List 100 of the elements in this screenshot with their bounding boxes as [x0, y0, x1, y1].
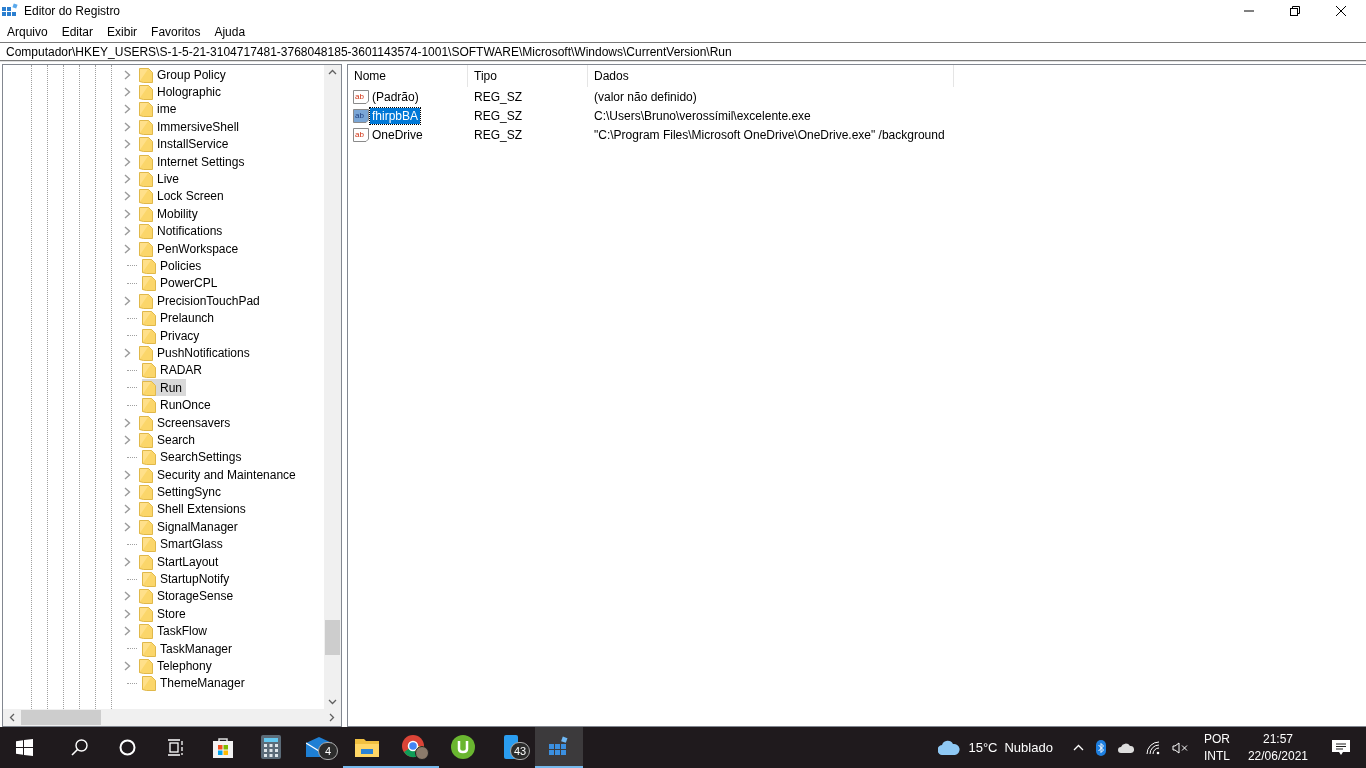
taskbar-app[interactable]: 43	[487, 727, 535, 768]
restore-icon[interactable]	[1290, 6, 1300, 16]
scroll-left-icon[interactable]	[9, 713, 15, 722]
chevron-icon[interactable]	[124, 243, 131, 254]
chevron-icon[interactable]	[124, 608, 131, 619]
chevron-icon[interactable]	[124, 521, 131, 532]
tree-item[interactable]: Store	[139, 605, 190, 623]
chevron-icon[interactable]	[124, 504, 131, 515]
tree-item[interactable]: Mobility	[139, 205, 202, 223]
tree-item[interactable]: SmartGlass	[142, 535, 227, 553]
bluetooth-icon[interactable]	[1095, 739, 1106, 756]
chevron-icon[interactable]	[124, 417, 131, 428]
tree-item[interactable]: SearchSettings	[142, 448, 246, 466]
tree-item[interactable]: Screensavers	[139, 414, 235, 431]
tree-item[interactable]: Search	[139, 431, 200, 449]
cloud-icon[interactable]	[938, 740, 961, 755]
menu-item[interactable]: Exibir	[107, 25, 138, 39]
tree-item[interactable]: Internet Settings	[139, 153, 249, 171]
tree-item[interactable]: Prelaunch	[142, 309, 219, 327]
taskbar-app[interactable]: 4	[295, 727, 343, 768]
tree-item[interactable]: Shell Extensions	[139, 500, 250, 518]
chevron-icon[interactable]	[124, 295, 131, 306]
tree-item[interactable]: ThemeManager	[142, 674, 249, 692]
tree-item[interactable]: Telephony	[139, 657, 216, 675]
tree-item[interactable]: PenWorkspace	[139, 240, 243, 258]
vertical-scrollbar[interactable]	[324, 65, 341, 709]
circle-icon[interactable]	[119, 739, 136, 756]
chevron-icon[interactable]	[124, 69, 131, 80]
chevron-icon[interactable]	[124, 87, 131, 98]
value-name[interactable]: (Padrão)	[370, 88, 421, 105]
search-icon[interactable]	[71, 739, 88, 756]
clock-date[interactable]: 22/06/2021	[1247, 747, 1308, 765]
chevron-icon[interactable]	[124, 487, 131, 498]
tree-item[interactable]: Holographic	[139, 83, 226, 101]
windows-start-icon[interactable]	[16, 739, 33, 756]
input-language[interactable]: POR	[1203, 730, 1230, 748]
scroll-thumb[interactable]	[325, 620, 340, 655]
tree-item[interactable]: InstallService	[139, 135, 233, 153]
menu-item[interactable]: Ajuda	[214, 25, 246, 39]
chevron-icon[interactable]	[124, 208, 131, 219]
tree-item[interactable]: TaskFlow	[139, 622, 211, 640]
tree-item[interactable]: RunOnce	[142, 396, 215, 414]
chevron-icon[interactable]	[124, 139, 131, 150]
task-view-icon[interactable]	[167, 739, 184, 756]
chevron-icon[interactable]	[124, 626, 131, 637]
weather-temperature[interactable]: 15°C	[968, 740, 998, 755]
chevron-icon[interactable]	[124, 121, 131, 132]
tree-item[interactable]: SignalManager	[139, 518, 242, 536]
speaker-muted-icon[interactable]	[1171, 741, 1188, 754]
clock-time[interactable]: 21:57	[1262, 730, 1293, 748]
weather-condition[interactable]: Nublado	[1004, 740, 1053, 755]
column-header[interactable]: Tipo	[468, 65, 588, 87]
scroll-right-icon[interactable]	[329, 713, 335, 722]
tree-item[interactable]: Security and Maintenance	[139, 466, 300, 484]
tree-item[interactable]: PushNotifications	[139, 344, 254, 362]
tree-item[interactable]: ime	[139, 100, 181, 118]
value-name[interactable]: fhirpbBA	[370, 107, 421, 124]
chevron-icon[interactable]	[124, 660, 131, 671]
menu-item[interactable]: Editar	[61, 25, 94, 39]
notification-icon[interactable]	[1332, 739, 1350, 756]
input-language[interactable]: INTL	[1203, 747, 1230, 765]
scroll-thumb[interactable]	[21, 710, 101, 725]
chevron-icon[interactable]	[124, 156, 131, 167]
tree-item[interactable]: Privacy	[142, 327, 204, 345]
cloud-icon[interactable]	[1117, 742, 1134, 753]
wifi-icon[interactable]	[1145, 740, 1160, 755]
close-icon[interactable]	[1336, 6, 1346, 16]
menu-item[interactable]: Arquivo	[7, 25, 48, 39]
column-header[interactable]: Dados	[588, 65, 954, 87]
tree-item[interactable]: StorageSense	[139, 587, 238, 605]
chevron-icon[interactable]	[124, 556, 131, 567]
tree-item[interactable]: SettingSync	[139, 483, 226, 501]
tree-item[interactable]: Notifications	[139, 222, 227, 240]
tree-item[interactable]: Run	[142, 379, 186, 397]
tree-item[interactable]: StartLayout	[139, 553, 223, 571]
tree-item[interactable]: Lock Screen	[139, 187, 228, 205]
chevron-icon[interactable]	[124, 174, 131, 185]
chevron-icon[interactable]	[124, 469, 131, 480]
tree-item[interactable]: RADAR	[142, 361, 206, 379]
chevron-icon[interactable]	[124, 591, 131, 602]
tree-item[interactable]: TaskManager	[142, 640, 237, 658]
tree-item[interactable]: ImmersiveShell	[139, 118, 244, 136]
tree-item[interactable]: PowerCPL	[142, 274, 222, 292]
chevron-icon[interactable]	[124, 191, 131, 202]
tree-item[interactable]: PrecisionTouchPad	[139, 292, 264, 310]
scroll-up-icon[interactable]	[328, 69, 337, 75]
chevron-icon[interactable]	[124, 347, 131, 358]
tree-item[interactable]: Live	[139, 170, 183, 188]
address-field[interactable]: Computador\HKEY_USERS\S-1-5-21-3104717481-3768048185-3601143574-1001\SOFTWARE\Microsoft\Windows\CurrentVersion\Run	[0, 42, 1366, 61]
chevron-up-icon[interactable]	[1072, 744, 1084, 751]
tree-item[interactable]: Group Policy	[139, 66, 230, 84]
column-header[interactable]: Nome	[348, 65, 468, 87]
menu-item[interactable]: Favoritos	[151, 25, 201, 39]
chevron-icon[interactable]	[124, 434, 131, 445]
value-name[interactable]: OneDrive	[370, 126, 425, 143]
horizontal-scrollbar[interactable]	[3, 709, 341, 726]
scroll-down-icon[interactable]	[328, 699, 337, 705]
chevron-icon[interactable]	[124, 104, 131, 115]
tree-item[interactable]: StartupNotify	[142, 570, 234, 588]
chevron-icon[interactable]	[124, 226, 131, 237]
